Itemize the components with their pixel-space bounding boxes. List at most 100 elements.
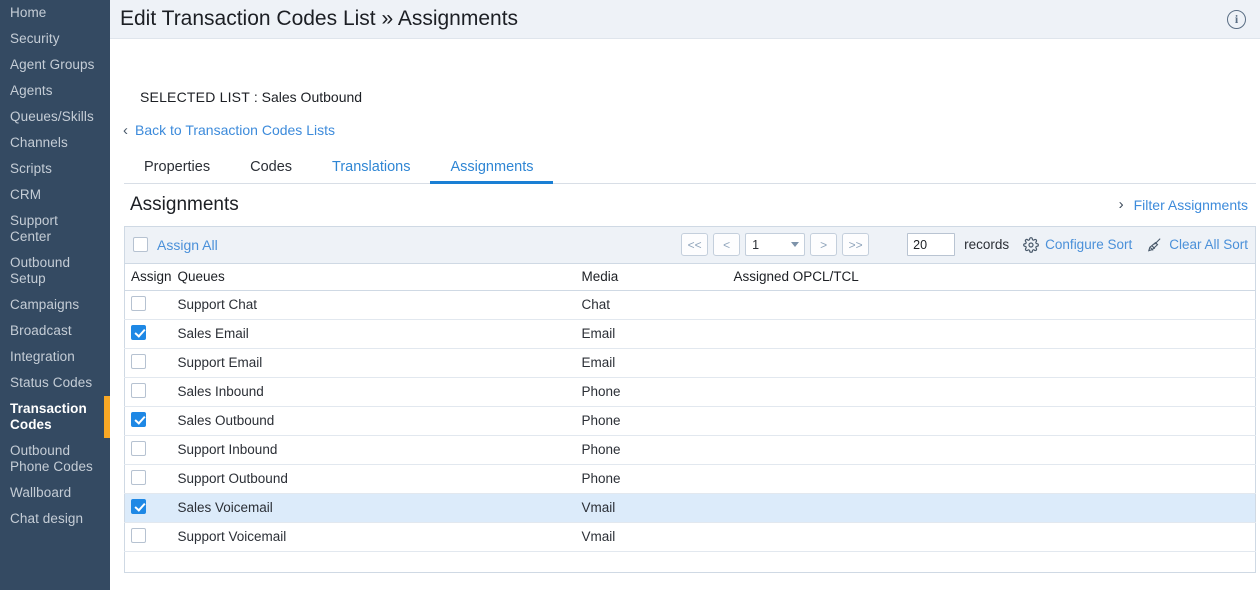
sidebar-item-transaction-codes[interactable]: Transaction Codes [0, 396, 110, 438]
table-row[interactable]: Support EmailEmail [125, 348, 1256, 377]
table-row[interactable]: Support ChatChat [125, 290, 1256, 319]
assign-checkbox[interactable] [131, 499, 146, 514]
panel-title: Assignments [130, 194, 239, 216]
assigned-opcl-tcl-cell [728, 464, 1256, 493]
assign-all-control[interactable]: Assign All [133, 237, 218, 253]
queue-name-cell: Support Voicemail [172, 522, 576, 551]
assign-checkbox[interactable] [131, 441, 146, 456]
column-header-assign[interactable]: Assign [125, 263, 172, 290]
tab-bar: Properties Codes Translations Assignments [124, 154, 1256, 184]
sidebar-item-label: Support Center [10, 213, 58, 244]
prev-page-button[interactable]: < [713, 233, 740, 256]
assign-checkbox[interactable] [131, 412, 146, 427]
page-number-select[interactable]: 1 [745, 233, 805, 256]
assign-checkbox[interactable] [131, 470, 146, 485]
tab-codes[interactable]: Codes [230, 159, 312, 183]
chevron-left-icon: ‹ [123, 123, 128, 138]
configure-sort-button[interactable]: Configure Sort [1023, 237, 1132, 253]
back-to-lists-label: Back to Transaction Codes Lists [135, 122, 335, 138]
column-header-media[interactable]: Media [576, 263, 728, 290]
table-row[interactable]: Support InboundPhone [125, 435, 1256, 464]
back-to-lists-link[interactable]: ‹ Back to Transaction Codes Lists [123, 122, 335, 138]
queue-name-cell: Support Outbound [172, 464, 576, 493]
sidebar-item-support-center[interactable]: Support Center [0, 208, 110, 250]
tab-properties[interactable]: Properties [124, 159, 230, 183]
assign-cell [125, 464, 172, 493]
queue-name-cell: Support Inbound [172, 435, 576, 464]
table-row[interactable]: Sales OutboundPhone [125, 406, 1256, 435]
sidebar-item-label: Channels [10, 135, 68, 150]
tab-assignments[interactable]: Assignments [430, 159, 553, 183]
sidebar-item-label: Integration [10, 349, 75, 364]
filter-assignments-link[interactable]: › Filter Assignments [1119, 197, 1252, 213]
sidebar-item-broadcast[interactable]: Broadcast [0, 318, 110, 344]
grid-toolbar: Assign All << < 1 > >> 20 records [124, 226, 1256, 263]
assign-all-checkbox[interactable] [133, 237, 148, 252]
sidebar-item-queues-skills[interactable]: Queues/Skills [0, 104, 110, 130]
assign-cell [125, 522, 172, 551]
sidebar-item-agents[interactable]: Agents [0, 78, 110, 104]
filler-cell [728, 551, 1256, 572]
broom-icon [1146, 237, 1163, 253]
configure-sort-label: Configure Sort [1045, 237, 1132, 252]
filter-assignments-label: Filter Assignments [1134, 197, 1248, 213]
media-cell: Chat [576, 290, 728, 319]
first-page-button[interactable]: << [681, 233, 708, 256]
selected-list-label: SELECTED LIST [140, 89, 250, 105]
assign-checkbox[interactable] [131, 383, 146, 398]
column-header-assigned-opcl-tcl[interactable]: Assigned OPCL/TCL [728, 263, 1256, 290]
media-cell: Email [576, 319, 728, 348]
gear-icon [1023, 237, 1039, 253]
sidebar-item-channels[interactable]: Channels [0, 130, 110, 156]
assign-checkbox[interactable] [131, 296, 146, 311]
sidebar-item-outbound-phone-codes[interactable]: Outbound Phone Codes [0, 438, 110, 480]
assignments-table: Assign Queues Media Assigned OPCL/TCL Su… [124, 263, 1256, 573]
tab-label: Codes [250, 159, 292, 175]
media-cell: Phone [576, 377, 728, 406]
sidebar-item-scripts[interactable]: Scripts [0, 156, 110, 182]
tab-label: Assignments [450, 159, 533, 175]
next-page-button[interactable]: > [810, 233, 837, 256]
sidebar-item-status-codes[interactable]: Status Codes [0, 370, 110, 396]
column-header-queues[interactable]: Queues [172, 263, 576, 290]
sidebar-item-chat-design[interactable]: Chat design [0, 506, 110, 532]
sidebar-item-integration[interactable]: Integration [0, 344, 110, 370]
sidebar-item-wallboard[interactable]: Wallboard [0, 480, 110, 506]
table-row[interactable]: Sales VoicemailVmail [125, 493, 1256, 522]
table-row[interactable]: Support VoicemailVmail [125, 522, 1256, 551]
sidebar-item-crm[interactable]: CRM [0, 182, 110, 208]
sidebar-item-security[interactable]: Security [0, 26, 110, 52]
sidebar-item-label: Outbound Phone Codes [10, 443, 93, 474]
table-row[interactable]: Sales EmailEmail [125, 319, 1256, 348]
assign-cell [125, 435, 172, 464]
assign-checkbox[interactable] [131, 354, 146, 369]
media-cell: Vmail [576, 522, 728, 551]
queue-name-cell: Sales Inbound [172, 377, 576, 406]
filler-cell [576, 551, 728, 572]
assign-all-label: Assign All [157, 237, 218, 253]
last-page-button[interactable]: >> [842, 233, 869, 256]
sidebar-item-label: Agents [10, 83, 53, 98]
sidebar-item-label: Security [10, 31, 60, 46]
pagination-controls: << < 1 > >> [681, 233, 869, 256]
tab-label: Properties [144, 159, 210, 175]
media-cell: Phone [576, 464, 728, 493]
assigned-opcl-tcl-cell [728, 406, 1256, 435]
info-icon[interactable]: i [1227, 10, 1246, 29]
records-input[interactable]: 20 [907, 233, 955, 256]
sidebar-item-label: Home [10, 5, 46, 20]
sidebar-item-agent-groups[interactable]: Agent Groups [0, 52, 110, 78]
table-row[interactable]: Support OutboundPhone [125, 464, 1256, 493]
sidebar-item-campaigns[interactable]: Campaigns [0, 292, 110, 318]
clear-all-sort-button[interactable]: Clear All Sort [1146, 237, 1248, 253]
sidebar-item-home[interactable]: Home [0, 0, 110, 26]
sidebar-item-outbound-setup[interactable]: Outbound Setup [0, 250, 110, 292]
assign-cell [125, 406, 172, 435]
assign-checkbox[interactable] [131, 528, 146, 543]
sidebar-item-label: Scripts [10, 161, 52, 176]
table-row[interactable]: Sales InboundPhone [125, 377, 1256, 406]
tab-translations[interactable]: Translations [312, 159, 430, 183]
table-header-row: Assign Queues Media Assigned OPCL/TCL [125, 263, 1256, 290]
assign-checkbox[interactable] [131, 325, 146, 340]
main-content: Edit Transaction Codes List » Assignment… [110, 0, 1260, 590]
